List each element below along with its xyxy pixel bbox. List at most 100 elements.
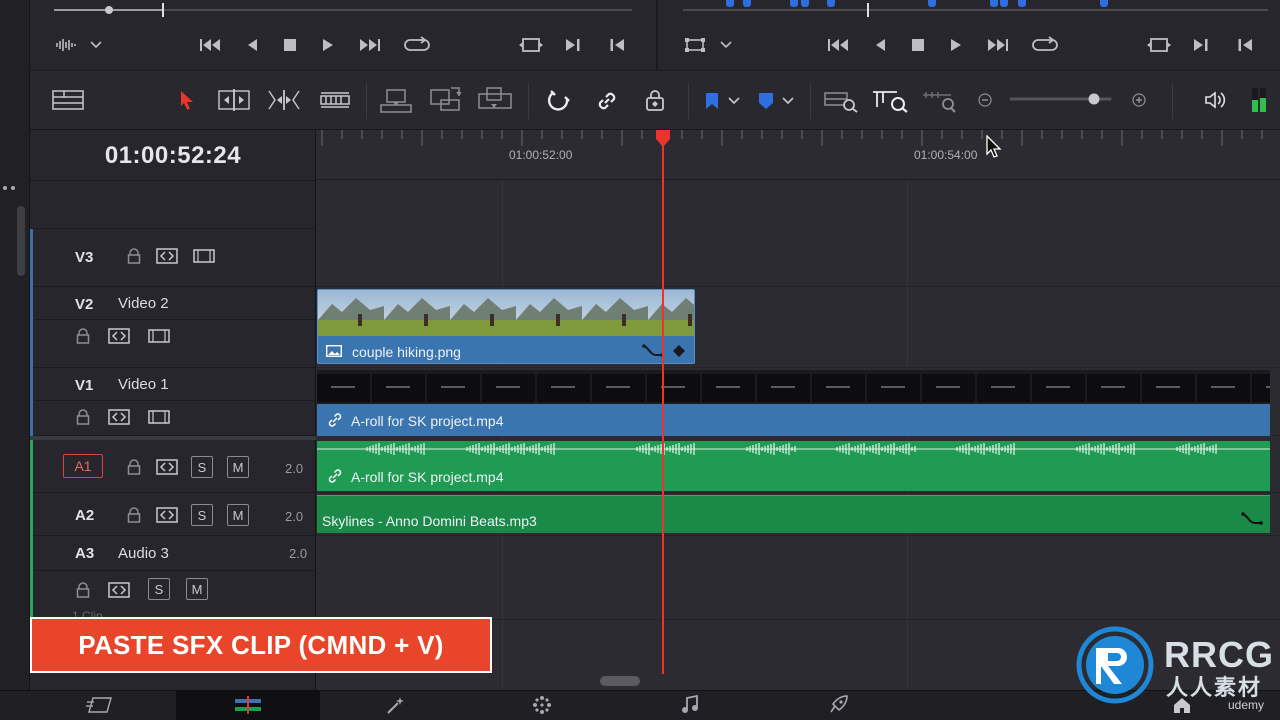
fairlight-page-icon[interactable] — [660, 690, 720, 720]
lock-icon[interactable] — [124, 246, 144, 266]
zoom-in-icon[interactable] — [1130, 91, 1148, 109]
chevron-down-icon[interactable] — [88, 36, 104, 54]
detail-zoom-icon[interactable] — [870, 87, 910, 115]
blade-edit-icon[interactable] — [318, 87, 352, 113]
position-lock-icon[interactable] — [640, 87, 670, 115]
mute-button-a2[interactable]: M — [227, 504, 249, 526]
track-destination-icon[interactable] — [146, 406, 172, 428]
jump-to-end-icon[interactable] — [984, 34, 1010, 56]
linked-selection-icon[interactable] — [592, 87, 622, 115]
left-scrollbar[interactable] — [17, 206, 25, 276]
solo-button-a3[interactable]: S — [148, 578, 170, 600]
chevron-down-icon[interactable] — [726, 91, 742, 111]
match-frame-icon[interactable] — [1144, 34, 1174, 56]
mute-button-a3[interactable]: M — [186, 578, 208, 600]
solo-button-a1[interactable]: S — [191, 456, 213, 478]
curve-icon[interactable] — [642, 341, 664, 359]
play-icon[interactable] — [946, 34, 966, 56]
selection-arrow-icon[interactable] — [174, 87, 200, 113]
timeline-marker[interactable] — [726, 0, 734, 7]
deliver-page-icon[interactable] — [808, 690, 868, 720]
auto-select-icon[interactable] — [107, 406, 131, 428]
timeline-view-options-icon[interactable] — [50, 87, 86, 113]
loop-icon[interactable] — [1030, 34, 1060, 56]
replace-clip-icon[interactable] — [476, 85, 514, 113]
mark-in-icon[interactable] — [1190, 34, 1212, 56]
clip-couple-hiking[interactable]: couple hiking.png — [317, 289, 695, 364]
source-jog-knob[interactable] — [105, 6, 113, 14]
jump-to-end-icon[interactable] — [356, 34, 382, 56]
chevron-down-icon[interactable] — [780, 91, 796, 111]
track-label-a3[interactable]: Audio 3 — [118, 545, 169, 562]
timeline-marker[interactable] — [790, 0, 798, 7]
solo-button-a2[interactable]: S — [191, 504, 213, 526]
clip-a-roll-video[interactable]: A-roll for SK project.mp4 — [317, 370, 1270, 436]
insert-clip-icon[interactable] — [378, 87, 414, 115]
timeline-playhead-marker[interactable] — [867, 3, 869, 17]
overwrite-clip-icon[interactable] — [428, 85, 462, 113]
track-label-v2[interactable]: Video 2 — [118, 295, 169, 312]
mark-out-icon[interactable] — [1234, 34, 1256, 56]
timeline-marker[interactable] — [1100, 0, 1108, 7]
timeline-marker[interactable] — [743, 0, 751, 7]
track-name-a1[interactable]: A1 — [63, 454, 103, 478]
timeline-marker[interactable] — [928, 0, 936, 7]
lock-icon[interactable] — [124, 457, 144, 477]
clip-skylines-music[interactable]: Skylines - Anno Domini Beats.mp3 — [317, 495, 1270, 533]
lock-icon[interactable] — [124, 505, 144, 525]
custom-zoom-icon[interactable] — [920, 87, 960, 115]
fusion-page-icon[interactable] — [366, 690, 426, 720]
stop-icon[interactable] — [908, 34, 928, 56]
track-destination-icon[interactable] — [191, 245, 217, 267]
edit-page-icon[interactable] — [218, 690, 278, 720]
viewer-size-icon[interactable] — [682, 34, 708, 56]
chevron-down-icon[interactable] — [718, 36, 734, 54]
source-playhead-marker[interactable] — [162, 3, 164, 17]
timeline-marker[interactable] — [827, 0, 835, 7]
mark-in-icon[interactable] — [562, 34, 584, 56]
panel-handle-dot[interactable] — [11, 186, 15, 190]
timeline-marker[interactable] — [990, 0, 998, 7]
lock-icon[interactable] — [73, 580, 93, 600]
zoom-out-icon[interactable] — [976, 91, 994, 109]
auto-select-icon[interactable] — [107, 325, 131, 347]
color-page-icon[interactable] — [512, 690, 572, 720]
auto-select-icon[interactable] — [155, 504, 179, 526]
snapping-icon[interactable] — [544, 87, 574, 115]
audio-waveform-icon[interactable] — [54, 34, 78, 56]
auto-select-icon[interactable] — [155, 245, 179, 267]
lane-v3[interactable] — [316, 228, 1280, 287]
speaker-icon[interactable] — [1202, 87, 1228, 113]
mark-out-icon[interactable] — [606, 34, 628, 56]
step-back-icon[interactable] — [870, 34, 890, 56]
panel-handle-dot[interactable] — [3, 186, 7, 190]
playhead[interactable] — [662, 134, 664, 674]
step-back-icon[interactable] — [242, 34, 262, 56]
full-extent-zoom-icon[interactable] — [822, 87, 860, 115]
lock-icon[interactable] — [73, 407, 93, 427]
auto-select-icon[interactable] — [107, 579, 131, 601]
keyframe-icon[interactable] — [672, 344, 686, 358]
marker-icon[interactable] — [756, 89, 776, 113]
stop-icon[interactable] — [280, 34, 300, 56]
timeline-scrollbar[interactable] — [600, 676, 640, 686]
jump-to-start-icon[interactable] — [198, 34, 224, 56]
flag-icon[interactable] — [702, 89, 722, 113]
track-header-a3[interactable] — [30, 536, 316, 620]
timecode-display[interactable]: 01:00:52:24 — [30, 132, 316, 180]
mute-button-a1[interactable]: M — [227, 456, 249, 478]
auto-select-icon[interactable] — [155, 456, 179, 478]
zoom-slider[interactable] — [1010, 91, 1130, 111]
play-icon[interactable] — [318, 34, 338, 56]
loop-icon[interactable] — [402, 34, 432, 56]
timeline-ruler[interactable]: 01:00:52:00 01:00:54:00 — [316, 130, 1280, 180]
timeline-marker[interactable] — [801, 0, 809, 7]
timeline-jog-bar[interactable] — [683, 9, 1268, 11]
dynamic-trim-icon[interactable] — [266, 87, 302, 113]
zoom-slider-knob[interactable] — [1088, 93, 1100, 105]
jump-to-start-icon[interactable] — [826, 34, 852, 56]
lane-a3[interactable] — [316, 536, 1280, 620]
track-destination-icon[interactable] — [146, 325, 172, 347]
timeline-marker[interactable] — [1018, 0, 1026, 7]
lock-icon[interactable] — [73, 326, 93, 346]
